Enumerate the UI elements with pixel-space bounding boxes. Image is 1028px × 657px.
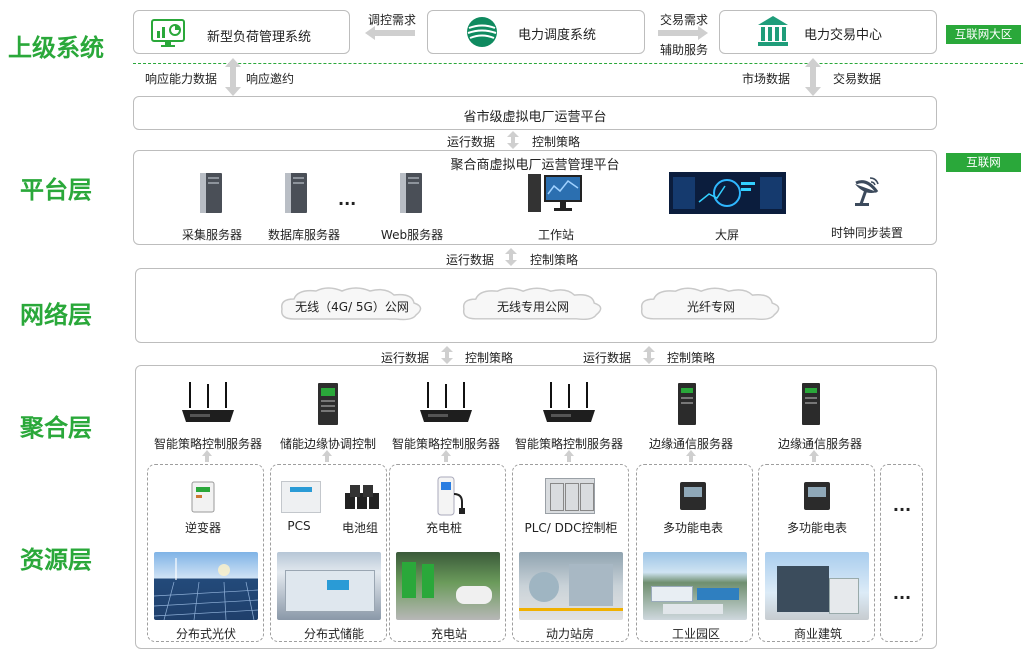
updown-arrow-icon (805, 58, 821, 96)
power-room-photo (519, 552, 623, 620)
control-strategy-label: 控制策略 (532, 135, 581, 149)
control-cabinet-icon (545, 478, 595, 514)
dispatch-system-label: 电力调度系统 (518, 28, 597, 43)
zone-separator (133, 63, 1023, 64)
platform-item-label: 工作站 (537, 228, 575, 242)
control-strategy-label: 控制策略 (465, 351, 514, 365)
big-screen-icon (669, 172, 786, 214)
run-data-label: 运行数据 (446, 253, 495, 267)
resource-device-label: 多功能电表 (786, 521, 848, 535)
layer-label-platform: 平台层 (20, 176, 92, 204)
layer-label-network: 网络层 (20, 301, 92, 329)
resource-site-label: 动力站房 (545, 627, 595, 641)
run-data-label: 运行数据 (381, 351, 430, 365)
aux-service-label: 辅助服务 (660, 43, 709, 57)
inverter-icon (191, 481, 215, 513)
up-arrow-icon (441, 450, 451, 462)
network-fiber-label: 光纤专网 (686, 300, 736, 314)
trade-data-label: 交易数据 (833, 72, 882, 86)
network-public-label: 无线（4G/ 5G）公网 (295, 300, 409, 314)
up-arrow-icon (202, 450, 212, 462)
layer-label-aggregation: 聚合层 (20, 414, 92, 442)
run-data-label: 运行数据 (583, 351, 632, 365)
platform-item-label: 采集服务器 (181, 228, 243, 242)
up-arrow-icon (686, 450, 696, 462)
edge-server-icon (802, 383, 820, 425)
trade-center-label: 电力交易中心 (804, 28, 883, 43)
router-icon (182, 382, 234, 422)
power-meter-icon (680, 482, 706, 510)
pv-farm-photo (154, 552, 258, 620)
ellipsis: ... (338, 190, 357, 209)
more-ellipsis: ... (892, 496, 912, 515)
server-icon (200, 173, 222, 213)
monitor-chart-icon (151, 19, 185, 47)
platform-item-label: 数据库服务器 (267, 228, 341, 242)
updown-arrow-icon (225, 58, 241, 96)
state-grid-logo-icon (467, 17, 497, 47)
platform-item-label: 大屏 (714, 228, 740, 242)
charging-station-photo (396, 552, 500, 620)
aggregator-platform-title: 聚合商虚拟电厂运营管理平台 (450, 158, 620, 173)
control-strategy-label: 控制策略 (667, 351, 716, 365)
aggregation-device-label: 边缘通信服务器 (777, 437, 863, 451)
resource-site-label: 分布式储能 (303, 627, 365, 641)
platform-item-label: 时钟同步装置 (830, 226, 904, 240)
server-icon (400, 173, 422, 213)
left-arrow-icon (365, 26, 415, 40)
control-strategy-label: 控制策略 (530, 253, 579, 267)
run-data-label: 运行数据 (447, 135, 496, 149)
industrial-park-photo (643, 552, 747, 620)
updown-arrow-icon (507, 131, 519, 149)
regulate-demand-label: 调控需求 (368, 13, 417, 27)
workstation-icon (528, 174, 582, 212)
updown-arrow-icon (505, 248, 517, 266)
resource-device-label: PLC/ DDC控制柜 (524, 521, 618, 535)
platform-item-label: Web服务器 (380, 228, 444, 242)
more-ellipsis: ... (892, 584, 912, 603)
commercial-building-photo (765, 552, 869, 620)
server-icon (285, 173, 307, 213)
up-arrow-icon (322, 450, 332, 462)
up-arrow-icon (809, 450, 819, 462)
resource-site-label: 分布式光伏 (175, 627, 237, 641)
battery-pack-icon (345, 485, 379, 509)
power-meter-icon (804, 482, 830, 510)
resource-group-more (880, 464, 923, 642)
response-invite-label: 响应邀约 (246, 72, 295, 86)
province-platform-label: 省市级虚拟电厂运营平台 (463, 110, 607, 125)
storage-station-photo (277, 552, 381, 620)
resource-device-label: 逆变器 (184, 521, 222, 535)
router-icon (420, 382, 472, 422)
response-capacity-label: 响应能力数据 (145, 72, 218, 86)
internet-zone-tag: 互联网大区 (946, 25, 1021, 44)
institution-building-icon (758, 16, 788, 46)
resource-device-label: 多功能电表 (662, 521, 724, 535)
resource-device-label: PCS (287, 519, 311, 533)
pcs-cabinet-icon (281, 481, 321, 513)
resource-site-label: 充电站 (430, 627, 468, 641)
load-system-label: 新型负荷管理系统 (207, 30, 312, 45)
satellite-dish-icon (855, 177, 879, 206)
trade-demand-label: 交易需求 (660, 13, 709, 27)
right-arrow-icon (658, 26, 708, 40)
internet-tag: 互联网 (946, 153, 1021, 172)
resource-device-label: 充电桩 (425, 521, 463, 535)
updown-arrow-icon (441, 346, 453, 364)
up-arrow-icon (564, 450, 574, 462)
resource-site-label: 商业建筑 (793, 627, 843, 641)
network-private-label: 无线专用公网 (496, 300, 570, 314)
updown-arrow-icon (643, 346, 655, 364)
resource-site-label: 工业园区 (671, 627, 721, 641)
market-data-label: 市场数据 (742, 72, 791, 86)
layer-label-top-system: 上级系统 (8, 34, 104, 62)
edge-controller-icon (318, 383, 338, 425)
layer-label-resource: 资源层 (20, 546, 92, 574)
resource-device-label: 电池组 (341, 521, 379, 535)
router-icon (543, 382, 595, 422)
edge-server-icon (678, 383, 696, 425)
charging-pile-icon (437, 476, 465, 516)
